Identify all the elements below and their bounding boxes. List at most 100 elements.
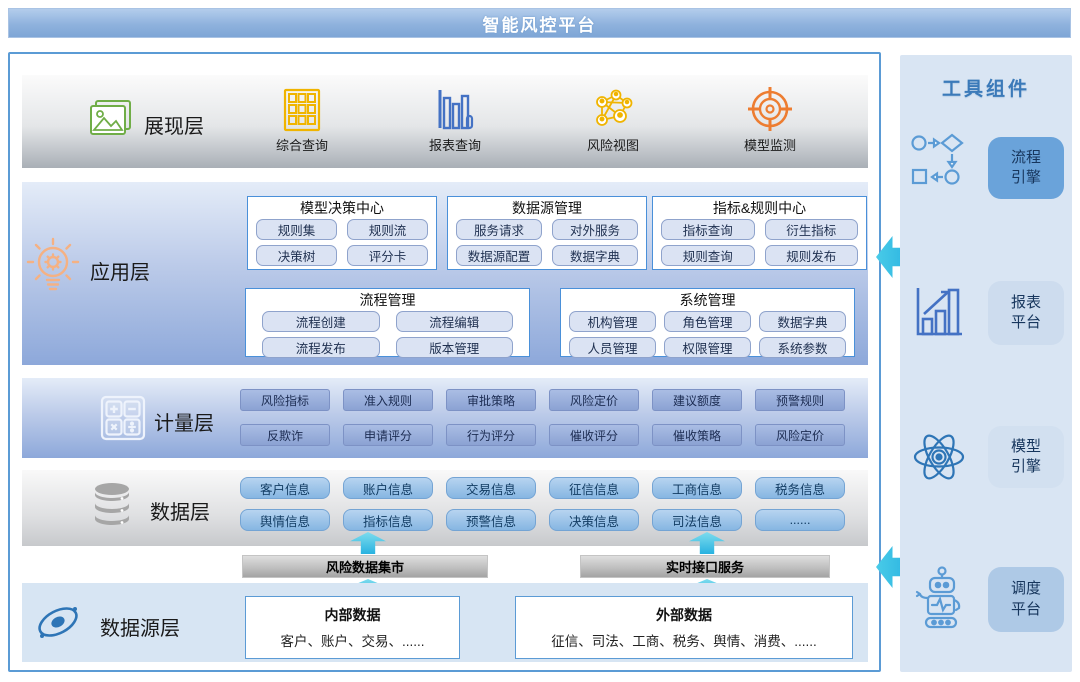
measure-button: 风险定价 [549,389,639,411]
internal-data-box: 内部数据 客户、账户、交易、...... [245,596,460,659]
measure-button: 催收评分 [549,424,639,446]
data-layer-label: 数据层 [150,496,210,525]
group-process-mgmt: 流程管理 流程创建 流程编辑 流程发布 版本管理 [245,288,530,357]
datasource-layer-label: 数据源层 [100,612,180,641]
external-data-desc: 征信、司法、工商、税务、舆情、消费、...... [516,630,852,650]
network-icon [553,86,673,132]
presentation-item-riskview: 风险视图 [553,86,673,154]
group-title: 流程管理 [254,291,521,309]
sidebar-item-label: 模型引擎 [1009,437,1043,478]
realtime-api-bar: 实时接口服务 [580,555,830,578]
measurement-layer-label: 计量层 [154,407,214,436]
sidebar-item-report-platform: 报表平台 [988,281,1064,345]
app-button: 版本管理 [396,337,514,358]
tools-sidebar-title: 工具组件 [900,74,1072,101]
database-icon [88,481,136,533]
app-button: 机构管理 [569,311,656,332]
app-button: 规则发布 [765,245,859,266]
data-button: 交易信息 [446,477,536,499]
presentation-item-label: 综合查询 [242,135,362,154]
data-button: ...... [755,509,845,531]
group-datasource-mgmt: 数据源管理 服务请求 对外服务 数据源配置 数据字典 [447,196,647,270]
banner: 智能风控平台 [8,8,1071,38]
app-button: 权限管理 [664,337,751,358]
group-model-decision-center: 模型决策中心 规则集 规则流 决策树 评分卡 [247,196,437,270]
app-button: 流程发布 [262,337,380,358]
risk-data-mart-bar: 风险数据集市 [242,555,488,578]
app-button: 系统参数 [759,337,846,358]
group-buttons: 指标查询 衍生指标 规则查询 规则发布 [661,219,858,266]
measure-button: 行为评分 [446,424,536,446]
app-button: 数据字典 [552,245,638,266]
app-button: 流程创建 [262,311,380,332]
sidebar-item-schedule-platform: 调度平台 [988,567,1064,632]
presentation-item-query: 综合查询 [242,86,362,154]
data-button: 司法信息 [652,509,742,531]
banner-title: 智能风控平台 [483,11,597,36]
data-button: 指标信息 [343,509,433,531]
external-data-box: 外部数据 征信、司法、工商、税务、舆情、消费、...... [515,596,853,659]
app-button: 对外服务 [552,219,638,240]
external-data-title: 外部数据 [516,605,852,625]
measure-button: 反欺诈 [240,424,330,446]
app-button: 数据源配置 [456,245,542,266]
data-button: 舆情信息 [240,509,330,531]
group-buttons: 规则集 规则流 决策树 评分卡 [256,219,428,266]
data-button: 决策信息 [549,509,639,531]
bulb-gear-icon [24,236,82,300]
sidebar-item-label: 报表平台 [1009,293,1043,334]
group-title: 系统管理 [569,291,846,309]
data-button: 账户信息 [343,477,433,499]
group-system-mgmt: 系统管理 机构管理 角色管理 数据字典 人员管理 权限管理 系统参数 [560,288,855,357]
presentation-layer-label: 展现层 [144,110,204,139]
galaxy-icon [34,600,82,644]
group-title: 指标&规则中心 [661,199,858,217]
app-button: 决策树 [256,245,337,266]
robot-icon [912,566,970,632]
bar-label: 风险数据集市 [326,557,404,576]
app-button: 角色管理 [664,311,751,332]
measure-button: 预警规则 [755,389,845,411]
measure-button: 风险定价 [755,424,845,446]
atom-icon [908,426,970,488]
app-button: 服务请求 [456,219,542,240]
calculator-icon [100,395,146,441]
presentation-item-label: 报表查询 [395,135,515,154]
group-indicator-rule-center: 指标&规则中心 指标查询 衍生指标 规则查询 规则发布 [652,196,867,270]
sidebar-item-label: 流程引擎 [1009,148,1043,189]
presentation-item-label: 风险视图 [553,135,673,154]
app-button: 流程编辑 [396,311,514,332]
data-button: 工商信息 [652,477,742,499]
measure-button: 建议额度 [652,389,742,411]
data-button: 税务信息 [755,477,845,499]
sidebar-item-process-engine: 流程引擎 [988,137,1064,199]
measure-button: 风险指标 [240,389,330,411]
application-layer-label: 应用层 [90,256,150,285]
page: 智能风控平台 展现层 综合查询 [0,0,1080,682]
measure-button: 催收策略 [652,424,742,446]
internal-data-title: 内部数据 [246,605,459,625]
data-button: 客户信息 [240,477,330,499]
bar-label: 实时接口服务 [666,557,744,576]
target-icon [710,86,830,132]
app-button: 人员管理 [569,337,656,358]
group-buttons: 流程创建 流程编辑 流程发布 版本管理 [254,311,521,358]
data-button: 预警信息 [446,509,536,531]
data-button: 征信信息 [549,477,639,499]
report-chart-icon [910,284,968,342]
app-button: 规则集 [256,219,337,240]
measure-button: 审批策略 [446,389,536,411]
sidebar-item-model-engine: 模型引擎 [988,426,1064,488]
measurement-buttons: 风险指标 准入规则 审批策略 风险定价 建议额度 预警规则 反欺诈 申请评分 行… [240,389,845,446]
app-button: 衍生指标 [765,219,859,240]
app-button: 规则查询 [661,245,755,266]
grid-icon [242,86,362,132]
presentation-item-label: 模型监测 [710,135,830,154]
measure-button: 申请评分 [343,424,433,446]
app-button: 规则流 [347,219,428,240]
app-button: 指标查询 [661,219,755,240]
flowchart-icon [910,132,968,190]
presentation-item-monitor: 模型监测 [710,86,830,154]
app-button: 数据字典 [759,311,846,332]
measure-button: 准入规则 [343,389,433,411]
